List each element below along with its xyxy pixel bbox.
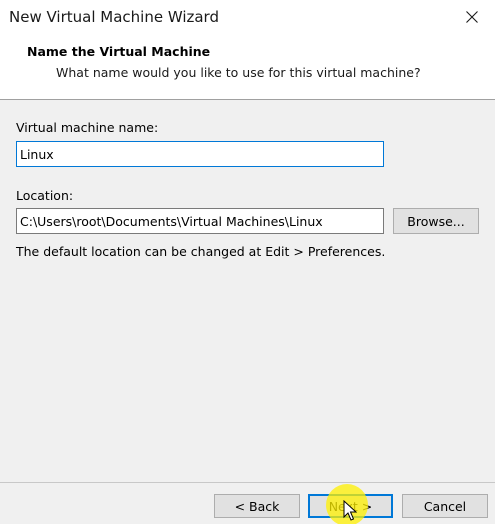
wizard-footer: < Back Next > Cancel <box>0 482 495 524</box>
cancel-button[interactable]: Cancel <box>402 494 488 518</box>
back-button[interactable]: < Back <box>214 494 300 518</box>
close-button[interactable] <box>449 0 495 34</box>
vm-name-input[interactable] <box>16 141 384 167</box>
close-icon <box>466 8 478 27</box>
location-hint: The default location can be changed at E… <box>16 244 386 259</box>
next-button[interactable]: Next > <box>308 494 393 518</box>
page-title: Name the Virtual Machine <box>27 44 211 59</box>
wizard-body: Virtual machine name: Location: Browse..… <box>0 100 495 482</box>
browse-button[interactable]: Browse... <box>393 208 479 234</box>
wizard-header: Name the Virtual Machine What name would… <box>0 36 495 100</box>
vm-name-label: Virtual machine name: <box>16 120 159 135</box>
location-input[interactable] <box>16 208 384 234</box>
location-label: Location: <box>16 188 74 203</box>
title-bar: New Virtual Machine Wizard <box>0 0 495 36</box>
page-subtitle: What name would you like to use for this… <box>56 65 421 80</box>
window-title: New Virtual Machine Wizard <box>9 8 219 26</box>
wizard-window: New Virtual Machine Wizard Name the Virt… <box>0 0 495 524</box>
